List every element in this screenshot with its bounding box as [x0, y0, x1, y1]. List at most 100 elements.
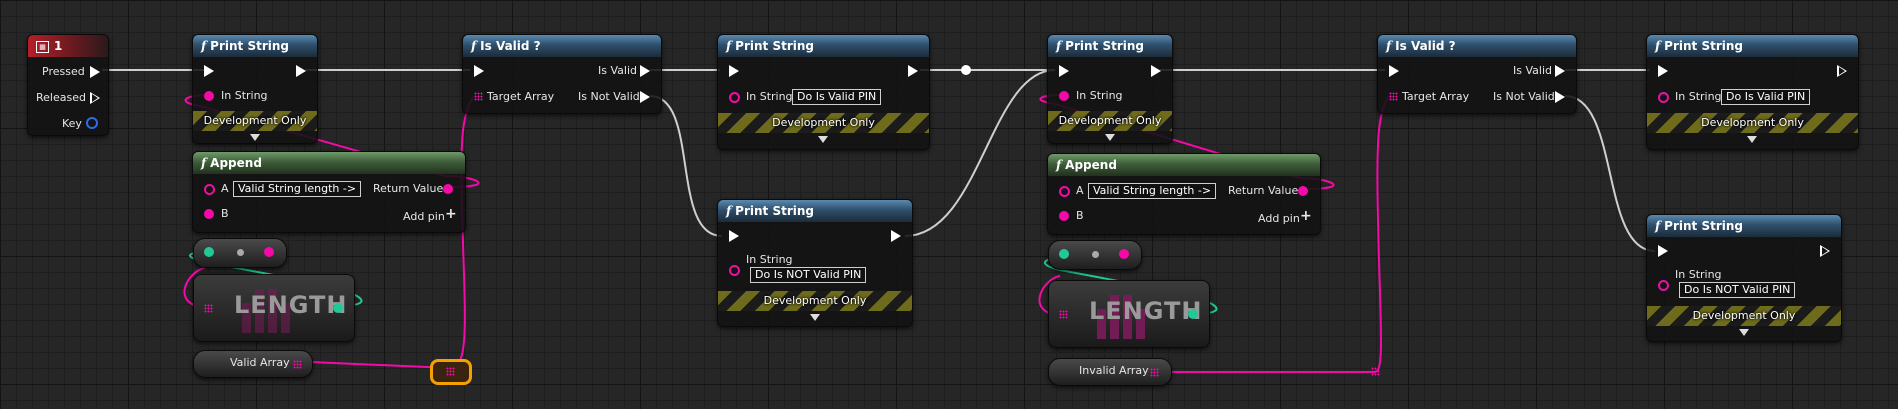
expand-arrow-icon[interactable]	[1739, 329, 1749, 336]
int-to-string-node-1[interactable]	[193, 238, 287, 268]
in-string-pin[interactable]	[1658, 280, 1669, 291]
a-string-pin[interactable]	[1059, 186, 1070, 197]
int-to-string-node-2[interactable]	[1048, 240, 1142, 270]
array-grid-icon[interactable]	[1150, 368, 1159, 377]
valid-array-variable[interactable]: Valid Array	[193, 350, 313, 378]
add-pin-icon[interactable]: +	[445, 206, 457, 222]
exec-in-pin[interactable]	[729, 65, 739, 77]
function-icon: f	[726, 39, 732, 53]
expand-arrow-icon[interactable]	[818, 136, 828, 143]
conversion-dot-icon	[237, 249, 244, 256]
function-icon: f	[201, 156, 207, 170]
is-valid-node-2[interactable]: f Is Valid ? Is Valid Target Array Is Not…	[1377, 34, 1577, 114]
key-struct-pin[interactable]	[86, 117, 98, 129]
in-string-label: In String	[221, 89, 268, 102]
exec-out-pin[interactable]	[891, 230, 901, 242]
int-in-pin[interactable]	[204, 247, 214, 257]
exec-in-pin[interactable]	[204, 65, 214, 77]
conversion-dot-icon	[1092, 251, 1099, 258]
exec-in-pin[interactable]	[474, 65, 484, 77]
array-grid-icon[interactable]	[1059, 310, 1068, 319]
exec-out-pin[interactable]	[1837, 65, 1847, 77]
exec-out-pin[interactable]	[1820, 245, 1830, 257]
in-string-pin[interactable]	[729, 92, 740, 103]
in-string-field[interactable]: Do Is NOT Valid PIN	[1679, 282, 1796, 298]
pin-label-pressed: Pressed	[42, 65, 85, 78]
length-node-1[interactable]: LENGTH	[193, 274, 355, 342]
reroute-node[interactable]	[430, 359, 472, 385]
exec-pin-icon[interactable]	[90, 92, 100, 104]
a-value-field[interactable]: Valid String length ->	[1088, 183, 1217, 199]
exec-out-valid-pin[interactable]	[1555, 65, 1565, 77]
in-string-field[interactable]: Do Is Valid PIN	[792, 89, 882, 105]
print-string-node-5[interactable]: f Print String In String Do Is Valid PIN …	[1646, 34, 1859, 150]
exec-in-pin[interactable]	[1658, 245, 1668, 257]
exec-out-pin[interactable]	[296, 65, 306, 77]
append-node-1[interactable]: f Append A Valid String length -> Return …	[192, 151, 466, 233]
string-out-pin[interactable]	[264, 247, 274, 257]
invalid-array-variable[interactable]: Invalid Array	[1048, 358, 1172, 386]
in-string-field[interactable]: Do Is Valid PIN	[1721, 89, 1811, 105]
exec-in-pin[interactable]	[729, 230, 739, 242]
expand-arrow-icon[interactable]	[1747, 136, 1757, 143]
exec-out-pin[interactable]	[908, 65, 918, 77]
development-only-banner: Development Only	[1048, 111, 1172, 131]
b-string-pin[interactable]	[204, 209, 214, 219]
b-label: B	[221, 207, 229, 220]
exec-out-not-valid-pin[interactable]	[1555, 91, 1565, 103]
length-out-pin[interactable]	[1188, 309, 1198, 319]
print-string-node-1[interactable]: f Print String In String Development Only	[192, 34, 318, 144]
a-string-pin[interactable]	[204, 184, 215, 195]
print-string-node-3[interactable]: f Print String In String Do Is NOT Valid …	[717, 199, 913, 327]
in-string-field[interactable]: Do Is NOT Valid PIN	[750, 267, 867, 283]
in-string-pin[interactable]	[1059, 91, 1069, 101]
int-in-pin[interactable]	[1059, 249, 1069, 259]
is-valid-label: Is Valid	[1513, 64, 1552, 77]
array-grid-icon[interactable]	[293, 360, 302, 369]
length-out-pin[interactable]	[333, 303, 343, 313]
node-title: Print String	[1664, 39, 1743, 53]
exec-reroute-dot[interactable]	[961, 65, 971, 75]
array-reroute-icon[interactable]	[1371, 367, 1380, 376]
is-valid-label: Is Valid	[598, 64, 637, 77]
array-grid-icon[interactable]	[204, 304, 213, 313]
add-pin-label[interactable]: Add pin	[1258, 212, 1300, 225]
append-node-2[interactable]: f Append A Valid String length -> Return …	[1047, 153, 1321, 235]
b-string-pin[interactable]	[1059, 211, 1069, 221]
return-value-pin[interactable]	[443, 184, 453, 194]
add-pin-icon[interactable]: +	[1300, 208, 1312, 224]
expand-arrow-icon[interactable]	[250, 134, 260, 141]
add-pin-label[interactable]: Add pin	[403, 210, 445, 223]
in-string-pin[interactable]	[1658, 92, 1669, 103]
variable-name: Valid Array	[230, 356, 290, 369]
expand-arrow-icon[interactable]	[1105, 134, 1115, 141]
expand-arrow-icon[interactable]	[810, 314, 820, 321]
string-out-pin[interactable]	[1119, 249, 1129, 259]
exec-pin-icon[interactable]	[90, 66, 100, 78]
function-icon: f	[1056, 39, 1062, 53]
development-only-banner: Development Only	[193, 111, 317, 131]
exec-in-pin[interactable]	[1059, 65, 1069, 77]
target-array-label: Target Array	[1402, 90, 1470, 103]
exec-out-pin[interactable]	[1151, 65, 1161, 77]
array-grid-icon[interactable]	[474, 92, 483, 101]
print-string-node-4[interactable]: f Print String In String Development Only	[1047, 34, 1173, 144]
node-title: Print String	[1664, 219, 1743, 233]
function-icon: f	[471, 39, 477, 53]
exec-out-not-valid-pin[interactable]	[640, 91, 650, 103]
exec-out-valid-pin[interactable]	[640, 65, 650, 77]
in-string-pin[interactable]	[729, 265, 740, 276]
print-string-node-2[interactable]: f Print String In String Do Is Valid PIN …	[717, 34, 930, 150]
a-value-field[interactable]: Valid String length ->	[233, 181, 362, 197]
node-title: Append	[1065, 158, 1117, 172]
print-string-node-6[interactable]: f Print String In String Do Is NOT Valid …	[1646, 214, 1842, 342]
in-string-pin[interactable]	[204, 91, 214, 101]
length-node-2[interactable]: LENGTH	[1048, 280, 1210, 348]
return-value-pin[interactable]	[1298, 186, 1308, 196]
array-grid-icon[interactable]	[1389, 92, 1398, 101]
exec-in-pin[interactable]	[1658, 65, 1668, 77]
key-event-node[interactable]: ▦ 1 Pressed Released Key	[27, 34, 109, 136]
is-valid-node-1[interactable]: f Is Valid ? Is Valid Target Array Is Not…	[462, 34, 662, 114]
function-icon: f	[1655, 219, 1661, 233]
exec-in-pin[interactable]	[1389, 65, 1399, 77]
